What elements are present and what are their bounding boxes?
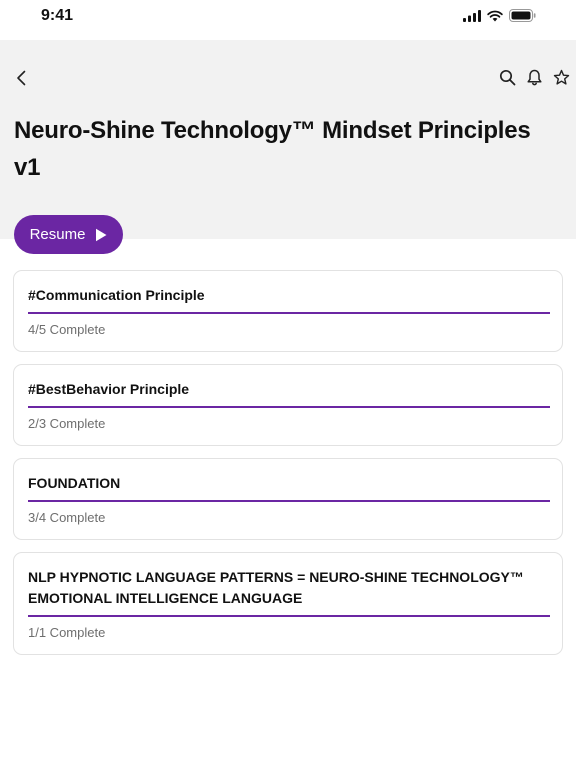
resume-label: Resume xyxy=(29,226,86,243)
status-bar: 9:41 xyxy=(0,0,576,40)
course-title: #Communication Principle xyxy=(28,287,205,303)
course-status: 3/4 Complete xyxy=(28,510,106,525)
page-title: Neuro-Shine Technology™ Mindset Principl… xyxy=(14,117,531,181)
course-title: FOUNDATION xyxy=(28,475,121,491)
signal-icon xyxy=(463,9,481,22)
course-card[interactable]: NLP HYPNOTIC LANGUAGE PATTERNS = NEURO-S… xyxy=(13,552,563,655)
course-progress-bar xyxy=(28,500,550,502)
course-status: 4/5 Complete xyxy=(28,322,106,337)
course-card[interactable]: FOUNDATION 3/4 Complete xyxy=(13,458,563,540)
wifi-icon xyxy=(487,10,503,21)
course-title: NLP HYPNOTIC LANGUAGE PATTERNS = NEURO-S… xyxy=(28,569,524,606)
course-progress-bar xyxy=(28,312,550,314)
course-status: 1/1 Complete xyxy=(28,625,106,640)
course-status: 2/3 Complete xyxy=(28,416,106,431)
resume-button[interactable]: Resume xyxy=(14,215,123,254)
play-icon xyxy=(96,228,107,241)
course-title: #BestBehavior Principle xyxy=(28,381,190,397)
status-icons xyxy=(463,9,536,22)
course-progress-fill xyxy=(28,406,550,408)
star-icon[interactable] xyxy=(553,69,570,86)
course-header: Neuro-Shine Technology™ Mindset Principl… xyxy=(0,40,576,239)
course-card[interactable]: #BestBehavior Principle 2/3 Complete xyxy=(13,364,563,446)
course-card[interactable]: #Communication Principle 4/5 Complete xyxy=(13,270,563,352)
status-time: 9:41 xyxy=(41,7,74,24)
battery-icon xyxy=(509,9,536,22)
course-progress-fill xyxy=(28,615,550,617)
bell-icon[interactable] xyxy=(526,69,543,86)
course-progress-bar xyxy=(28,615,550,617)
course-progress-fill xyxy=(28,500,550,502)
header-actions xyxy=(499,69,570,86)
course-progress-fill xyxy=(28,312,550,314)
search-icon[interactable] xyxy=(499,69,516,86)
course-progress-bar xyxy=(28,406,550,408)
chevron-left-icon[interactable] xyxy=(12,68,32,88)
course-list: #Communication Principle 4/5 Complete #Bes… xyxy=(13,270,563,667)
